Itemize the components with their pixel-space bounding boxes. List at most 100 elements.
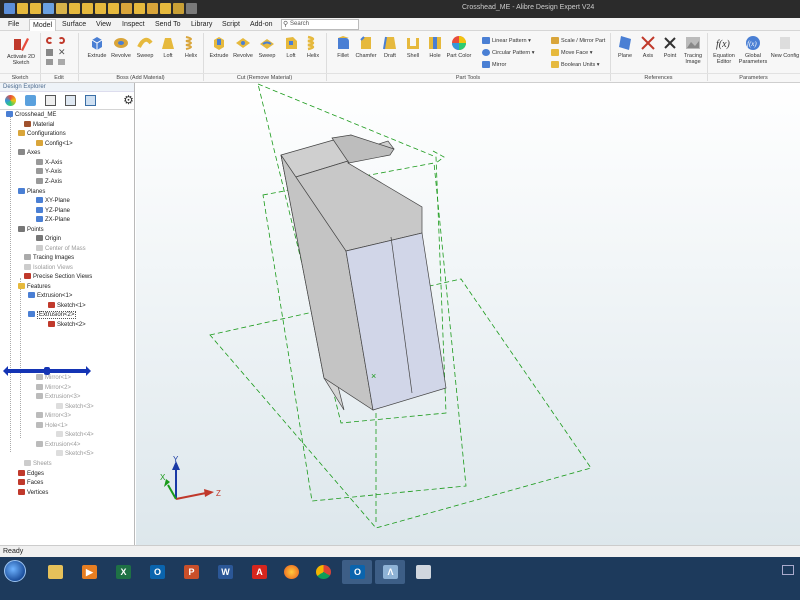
activate-sketch-button[interactable]: Activate 2D Sketch <box>4 36 38 66</box>
taskbar-firefox[interactable] <box>276 560 306 584</box>
tab-view[interactable]: View <box>93 19 114 31</box>
tab-send-to[interactable]: Send To <box>152 19 184 31</box>
start-button[interactable] <box>4 560 26 582</box>
tree-item-zx-plane[interactable]: ZX-Plane <box>36 216 70 225</box>
delete-icon[interactable]: ✕ <box>58 48 66 57</box>
cut-helix-button[interactable]: Helix <box>300 35 326 59</box>
notification-flag-icon[interactable] <box>782 565 794 575</box>
taskbar-outlook-2[interactable]: O <box>342 560 372 584</box>
taskbar-excel[interactable]: X <box>108 560 138 584</box>
hole-button[interactable]: Hole <box>422 35 448 59</box>
tree-filter-icon[interactable] <box>85 95 96 106</box>
tree-item-configurations[interactable]: Configurations <box>18 130 66 139</box>
tree-item-center-of-mass[interactable]: Center of Mass <box>36 245 86 254</box>
tree-item-extrusion-3[interactable]: Extrusion<3> <box>36 393 80 402</box>
customize-icon[interactable] <box>186 3 197 14</box>
tree-item-precise-section-views[interactable]: Precise Section Views <box>24 273 92 282</box>
taskbar-explorer[interactable] <box>40 560 70 584</box>
tree-item-x-axis[interactable]: X-Axis <box>36 159 62 168</box>
boolean-units-button[interactable]: Boolean Units ▾ <box>551 61 600 69</box>
gear-icon[interactable]: ⚙ <box>123 94 134 106</box>
new-config-button[interactable]: New Config <box>770 35 800 59</box>
cut-sweep-button[interactable]: Sweep <box>254 35 280 59</box>
tree-item-extrusion-4[interactable]: Extrusion<4> <box>36 441 80 450</box>
taskbar-outlook[interactable]: O <box>142 560 172 584</box>
mirror-button[interactable]: Mirror <box>482 61 506 69</box>
properties-icon[interactable] <box>95 3 106 14</box>
tree-item-sketch-4[interactable]: Sketch<4> <box>56 431 94 440</box>
tree-item-y-axis[interactable]: Y-Axis <box>36 168 62 177</box>
taskbar-powerpoint[interactable]: P <box>176 560 206 584</box>
tree-item-z-axis[interactable]: Z-Axis <box>36 178 62 187</box>
redo-icon[interactable] <box>82 3 93 14</box>
taskbar-acrobat[interactable]: A <box>244 560 274 584</box>
tree-item-origin[interactable]: Origin <box>36 235 61 244</box>
new-file-icon[interactable] <box>17 3 28 14</box>
axis-button[interactable]: Axis <box>636 35 660 59</box>
plane-button[interactable]: Plane <box>612 35 638 59</box>
tree-item-sketch-1[interactable]: Sketch<1> <box>48 302 86 311</box>
print-icon[interactable] <box>56 3 67 14</box>
equation-editor-button[interactable]: f(x) Equation Editor <box>710 35 738 65</box>
tracing-image-button[interactable]: Tracing Image <box>680 35 706 65</box>
move-face-button[interactable]: Move Face ▾ <box>551 49 593 57</box>
tree-item-mirror-3[interactable]: Mirror<3> <box>36 412 71 421</box>
linear-pattern-button[interactable]: Linear Pattern ▾ <box>482 37 531 45</box>
tree-item-isolation-views[interactable]: Isolation Views <box>24 264 73 273</box>
tab-model[interactable]: Model <box>29 19 57 31</box>
cut-revolve-button[interactable]: Revolve <box>230 35 256 59</box>
tree-item-axes[interactable]: Axes <box>18 149 40 158</box>
dimension-icon[interactable] <box>160 3 171 14</box>
taskbar-media[interactable]: ▶ <box>74 560 104 584</box>
pencil-icon[interactable] <box>147 3 158 14</box>
tree-item-sketch-2[interactable]: Sketch<2> <box>48 321 86 330</box>
scale-mirror-part-button[interactable]: Scale / Mirror Part <box>551 37 605 45</box>
part-color-button[interactable]: Part Color <box>446 35 472 59</box>
tab-surface[interactable]: Surface <box>59 19 89 31</box>
circular-pattern-button[interactable]: Circular Pattern ▾ <box>482 49 535 57</box>
tree-item-sketch-5[interactable]: Sketch<5> <box>56 450 94 459</box>
tree-item-sketch-3[interactable]: Sketch<3> <box>56 403 94 412</box>
model-canvas[interactable]: × Y Z X <box>136 83 800 545</box>
point-button[interactable]: Point <box>658 35 682 59</box>
tree-item-mirror-2[interactable]: Mirror<2> <box>36 384 71 393</box>
tree-item-extrusion-2[interactable]: Extrusion<2> <box>28 311 77 320</box>
taskbar-word[interactable]: W <box>210 560 240 584</box>
tab-add-on[interactable]: Add-on <box>247 19 276 31</box>
display-icon[interactable] <box>65 95 76 106</box>
open-folder-icon[interactable] <box>30 3 41 14</box>
tools-icon[interactable] <box>121 3 132 14</box>
tree-item-planes[interactable]: Planes <box>18 188 45 197</box>
cut-extrude-button[interactable]: Extrude <box>206 35 232 59</box>
global-parameters-button[interactable]: f(x) Global Parameters <box>738 35 768 65</box>
save-icon[interactable] <box>43 3 54 14</box>
list-view-icon[interactable] <box>45 95 56 106</box>
system-tray[interactable] <box>724 565 794 577</box>
tab-file[interactable]: File <box>5 19 22 31</box>
tab-inspect[interactable]: Inspect <box>119 19 148 31</box>
tree-item-hole-1[interactable]: Hole<1> <box>36 422 68 431</box>
paste-icon[interactable] <box>46 59 53 65</box>
cut-icon[interactable] <box>58 59 65 65</box>
undo-icon[interactable] <box>69 3 80 14</box>
taskbar-alibre[interactable]: Λ <box>375 560 405 584</box>
tree-item-features[interactable]: Features <box>18 283 51 292</box>
copy-icon[interactable] <box>46 49 53 56</box>
taskbar-alibre-2[interactable] <box>408 560 438 584</box>
app-icon[interactable] <box>4 3 15 14</box>
boss-extrude-button[interactable]: Extrude <box>84 35 110 59</box>
rollback-bar[interactable] <box>3 366 91 376</box>
undo-icon[interactable] <box>46 37 53 44</box>
3d-viewport[interactable]: × Y Z X <box>136 83 800 545</box>
tab-script[interactable]: Script <box>219 19 243 31</box>
tree-item-sheets[interactable]: Sheets <box>24 460 52 469</box>
tree-item-config-1[interactable]: Config<1> <box>36 140 73 149</box>
tree-item-material[interactable]: Material <box>24 121 54 130</box>
search-input[interactable]: ⚲ Search <box>281 19 359 30</box>
tree-item-edges[interactable]: Edges <box>18 470 44 479</box>
tree-item-root[interactable]: Crosshead_ME <box>6 111 56 120</box>
chamfer-button[interactable]: Chamfer <box>353 35 379 59</box>
tree-item-points[interactable]: Points <box>18 226 44 235</box>
tree-item-extrusion-1[interactable]: Extrusion<1> <box>28 292 72 301</box>
tree-item-mirror-1[interactable]: Mirror<1> <box>36 374 71 383</box>
